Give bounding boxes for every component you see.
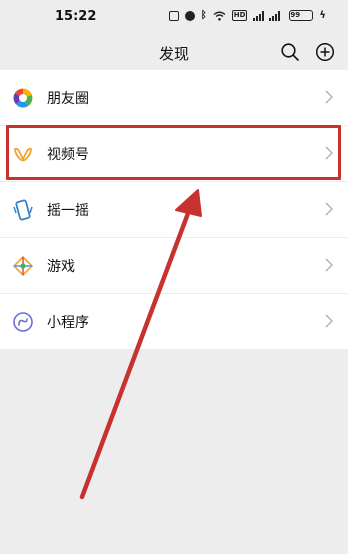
charging-icon: ϟ bbox=[319, 10, 326, 21]
signal-icon bbox=[253, 10, 283, 21]
menu-item-moments[interactable]: 朋友圈 bbox=[0, 70, 348, 125]
menu-item-mini-programs[interactable]: 小程序 bbox=[0, 294, 348, 349]
add-button[interactable] bbox=[313, 40, 337, 64]
hd-icon: HD bbox=[231, 10, 248, 21]
menu-item-label: 小程序 bbox=[47, 315, 89, 331]
menu-item-label: 朋友圈 bbox=[47, 91, 89, 107]
menu-item-shake[interactable]: 摇一摇 bbox=[0, 182, 348, 237]
battery-icon: 99 bbox=[289, 10, 314, 21]
status-icons: ᛒ HD 99 ϟ bbox=[168, 10, 326, 21]
group-shake: 摇一摇 bbox=[0, 182, 348, 237]
wifi-icon bbox=[213, 11, 226, 21]
menu-item-label: 视频号 bbox=[47, 147, 89, 163]
mini-programs-icon bbox=[12, 311, 34, 333]
chevron-right-icon bbox=[325, 314, 334, 328]
menu-item-label: 游戏 bbox=[47, 259, 75, 275]
menu-item-label: 摇一摇 bbox=[47, 203, 89, 219]
chevron-right-icon bbox=[325, 146, 334, 160]
add-circle-icon bbox=[315, 42, 335, 62]
moments-icon bbox=[12, 87, 34, 109]
chevron-right-icon bbox=[325, 202, 334, 216]
battery-level: 99 bbox=[290, 11, 301, 19]
group-moments: 朋友圈 bbox=[0, 70, 348, 125]
nfc-icon bbox=[168, 10, 179, 21]
menu-item-games[interactable]: 游戏 bbox=[0, 238, 348, 293]
search-button[interactable] bbox=[278, 40, 302, 64]
games-icon bbox=[12, 255, 34, 277]
status-bar: 15:22 ᛒ HD 99 ϟ bbox=[0, 0, 348, 34]
group-games: 游戏 bbox=[0, 238, 348, 293]
group-mini-programs: 小程序 bbox=[0, 294, 348, 349]
shake-icon bbox=[12, 199, 34, 221]
menu-item-channels[interactable]: 视频号 bbox=[0, 126, 348, 181]
search-icon bbox=[281, 43, 299, 61]
chevron-right-icon bbox=[325, 90, 334, 104]
alarm-icon bbox=[184, 10, 195, 21]
top-header: 发现 bbox=[0, 34, 348, 70]
chevron-right-icon bbox=[325, 258, 334, 272]
channels-icon bbox=[12, 143, 34, 165]
group-channels: 视频号 bbox=[0, 126, 348, 181]
bluetooth-icon: ᛒ bbox=[200, 10, 207, 21]
discover-screen: 15:22 ᛒ HD 99 ϟ 发现 朋友圈 视频号 摇一摇 游戏 小程序 bbox=[0, 0, 348, 554]
status-time: 15:22 bbox=[55, 9, 97, 24]
